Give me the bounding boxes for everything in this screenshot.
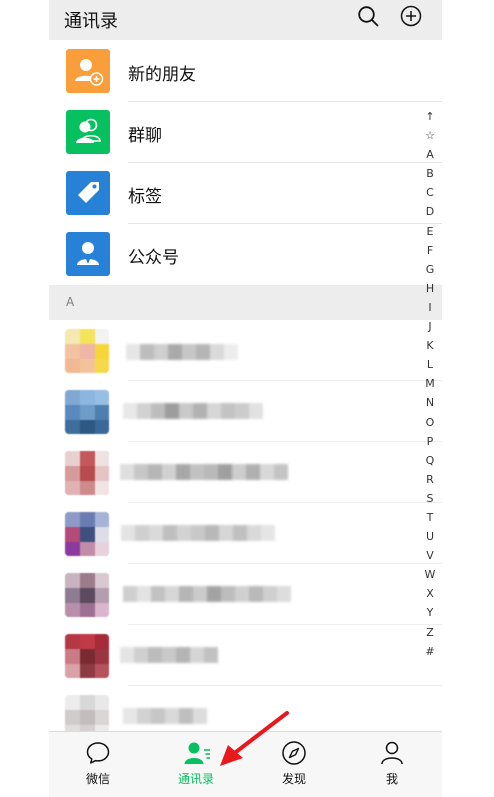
annotation-arrow	[220, 711, 289, 766]
